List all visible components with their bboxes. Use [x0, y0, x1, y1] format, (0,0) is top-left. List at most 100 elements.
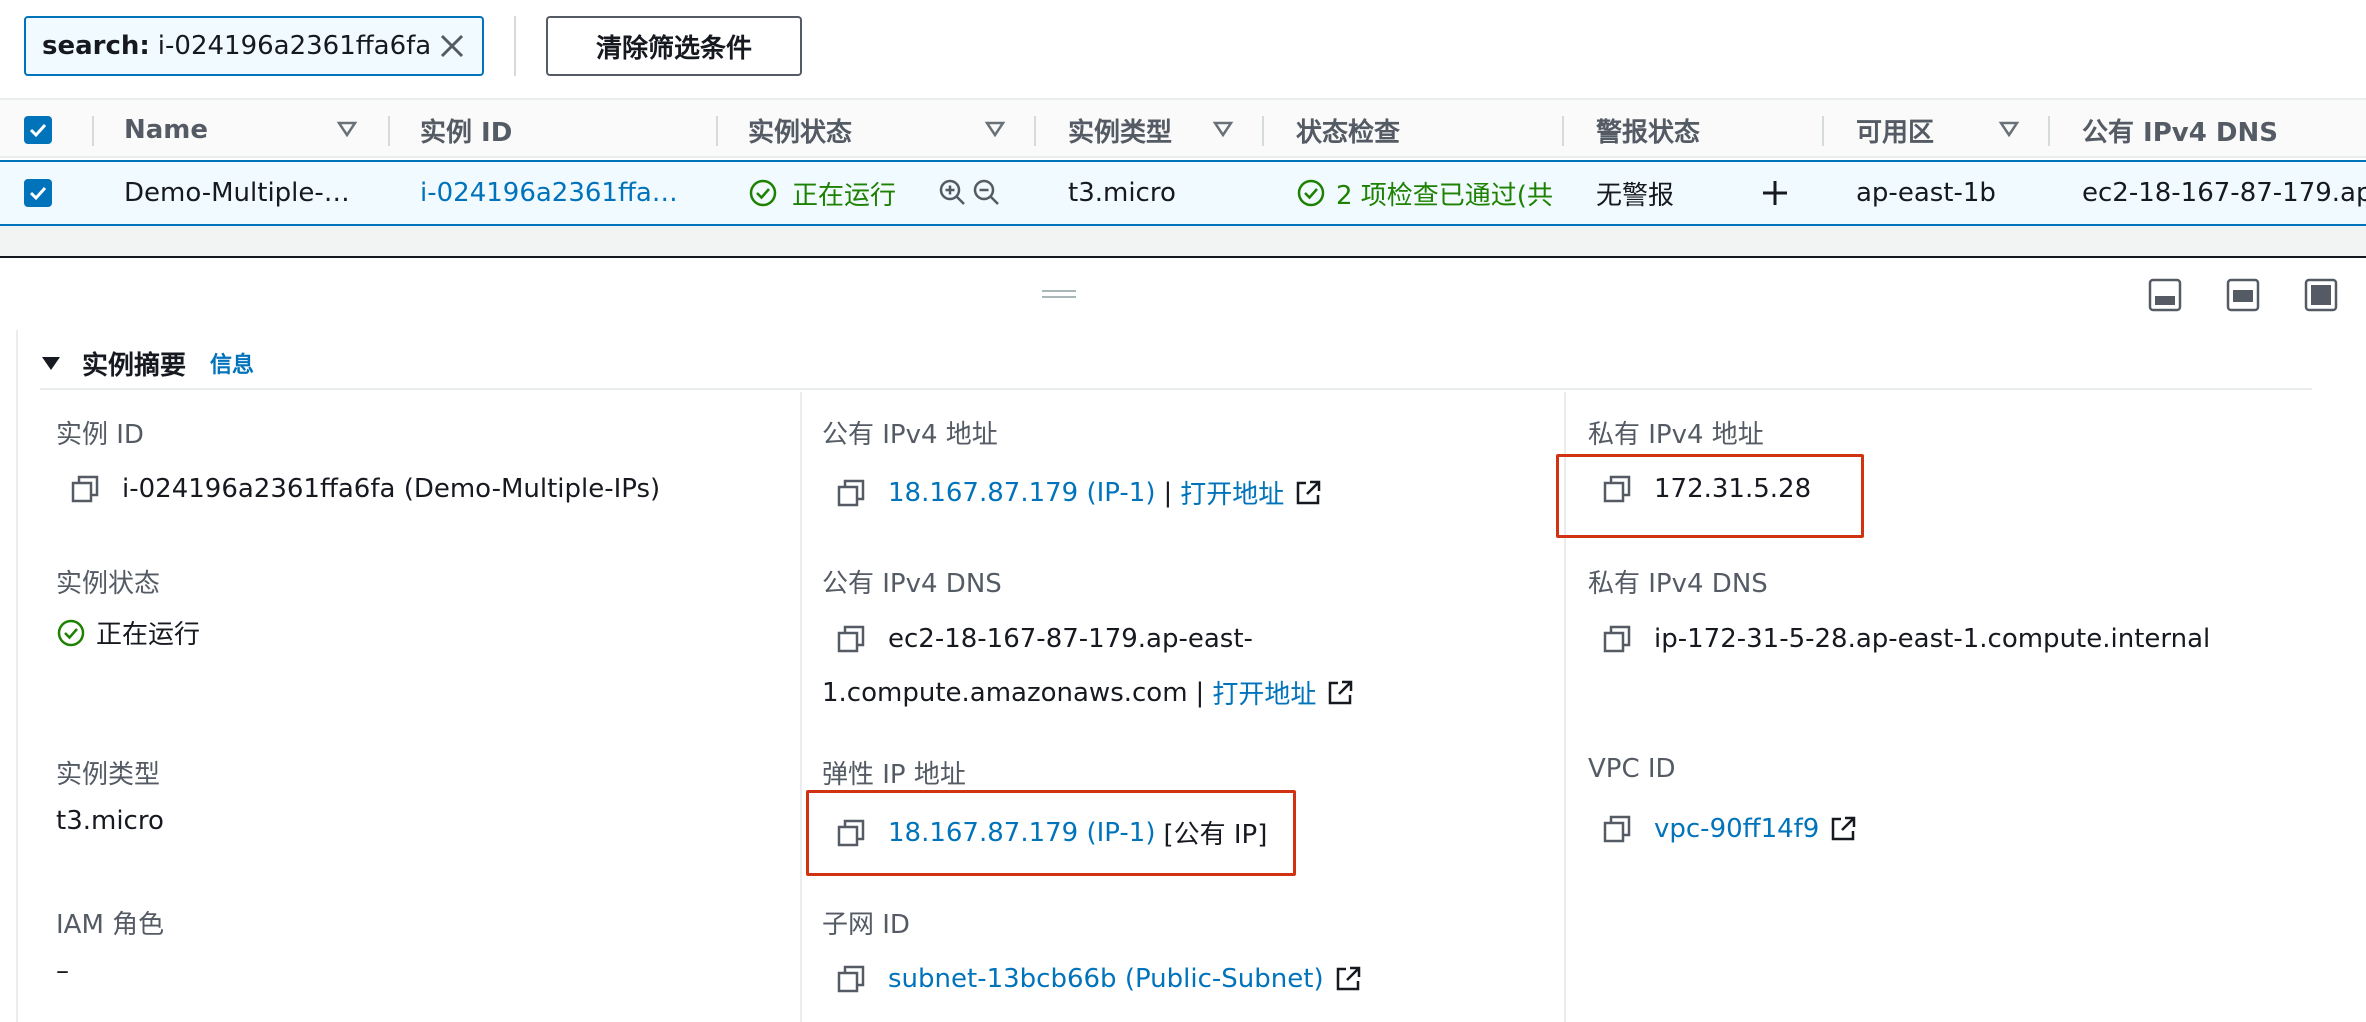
column-label: 实例类型 [1068, 117, 1173, 148]
sort-descending-icon[interactable] [336, 118, 358, 140]
select-all-checkbox[interactable] [24, 100, 52, 160]
cell-name: Demo-Multiple-… [124, 178, 350, 208]
panel-bottom-icon[interactable] [2148, 278, 2182, 312]
column-label: 实例 ID [420, 117, 513, 148]
instance-state-text: 正在运行 [96, 620, 201, 650]
copy-icon[interactable] [836, 478, 866, 508]
external-link-icon[interactable] [1294, 479, 1322, 507]
external-link-icon[interactable] [1829, 815, 1857, 843]
column-label: 状态检查 [1296, 117, 1401, 148]
search-filter-token[interactable]: search: i-024196a2361ffa6fa [24, 16, 484, 76]
public-dns-text-line1: ec2-18-167-87-179.ap-east- [888, 624, 1253, 654]
state-text: 正在运行 [792, 180, 897, 211]
summary-divider [40, 388, 2312, 390]
panel-full-icon[interactable] [2304, 278, 2338, 312]
public-dns-value-line1: ec2-18-167-87-179.ap-east- [836, 624, 1253, 654]
cell-availability-zone: ap-east-1b [1856, 178, 1996, 208]
close-icon[interactable] [434, 28, 470, 64]
copy-icon[interactable] [836, 624, 866, 654]
external-link-icon[interactable] [1334, 965, 1362, 993]
checkbox-checked-icon [24, 179, 52, 207]
open-address-link[interactable]: 打开地址 [1180, 474, 1284, 511]
column-header-availability-zone[interactable]: 可用区 [1856, 100, 1934, 160]
column-separator [716, 116, 718, 146]
column-header-instance-state[interactable]: 实例状态 [748, 100, 852, 160]
private-dns-value: ip-172-31-5-28.ap-east-1.compute.interna… [1602, 624, 2210, 654]
subnet-id-link[interactable]: subnet-13bcb66b (Public-Subnet) [888, 964, 1324, 994]
add-alarm-icon[interactable] [1760, 178, 1790, 208]
column-divider [800, 392, 802, 1022]
instance-state-label: 实例状态 [56, 569, 161, 599]
zoom-out-icon[interactable] [972, 178, 1002, 208]
sort-descending-icon[interactable] [984, 118, 1006, 140]
sort-descending-icon[interactable] [1212, 118, 1234, 140]
column-header-instance-id[interactable]: 实例 ID [420, 100, 512, 160]
separator: | [1195, 677, 1205, 708]
highlight-box-elastic-ip [806, 790, 1296, 876]
column-header-name[interactable]: Name [124, 100, 208, 160]
vpc-id-label: VPC ID [1588, 754, 1676, 784]
toolbar-divider [514, 16, 516, 76]
column-separator [1562, 116, 1564, 146]
clear-filters-button[interactable]: 清除筛选条件 [546, 16, 802, 76]
column-header-public-dns[interactable]: 公有 IPv4 DNS [2082, 100, 2278, 160]
instance-id-text: i-024196a2361ffa6fa (Demo-Multiple-IPs) [122, 474, 661, 504]
column-separator [1822, 116, 1824, 146]
cell-status-check[interactable]: 2 项检查已通过(共 [1296, 162, 1562, 224]
drag-handle-icon[interactable] [1042, 288, 1076, 300]
public-ipv4-label: 公有 IPv4 地址 [822, 420, 998, 450]
copy-icon[interactable] [70, 474, 100, 504]
public-dns-text-line2: 1.compute.amazonaws.com [822, 677, 1188, 708]
open-address-link[interactable]: 打开地址 [1212, 674, 1316, 711]
private-dns-text: ip-172-31-5-28.ap-east-1.compute.interna… [1654, 624, 2211, 654]
caret-down-icon[interactable] [40, 352, 62, 374]
check-circle-icon [749, 179, 777, 207]
instance-id-value: i-024196a2361ffa6fa (Demo-Multiple-IPs) [70, 474, 660, 504]
public-ipv4-link[interactable]: 18.167.87.179 (IP-1) [888, 478, 1155, 508]
elastic-ip-label: 弹性 IP 地址 [822, 760, 966, 790]
column-header-instance-type[interactable]: 实例类型 [1068, 100, 1172, 160]
status-check-text: 2 项检查已通过(共 [1336, 180, 1553, 211]
column-label: 公有 IPv4 DNS [2082, 117, 2278, 148]
public-dns-value-line2: 1.compute.amazonaws.com | 打开地址 [822, 674, 1354, 711]
subnet-id-value: subnet-13bcb66b (Public-Subnet) [836, 964, 1362, 994]
zoom-in-icon[interactable] [938, 178, 968, 208]
cell-alarm-status: 无警报 [1596, 180, 1675, 211]
instance-id-label: 实例 ID [56, 420, 144, 450]
instance-type-value: t3.micro [56, 806, 164, 836]
cell-instance-type: t3.micro [1068, 178, 1176, 208]
column-header-alarm-status[interactable]: 警报状态 [1596, 100, 1700, 160]
copy-icon[interactable] [1602, 814, 1632, 844]
highlight-box-private-ip [1556, 454, 1864, 538]
iam-role-label: IAM 角色 [56, 910, 165, 940]
column-label: 实例状态 [748, 117, 853, 148]
row-checkbox[interactable] [24, 162, 52, 224]
table-row[interactable]: Demo-Multiple-… i-024196a2361ffa… 正在运行 t… [0, 160, 2366, 226]
public-dns-label: 公有 IPv4 DNS [822, 569, 1002, 599]
column-header-status-check[interactable]: 状态检查 [1296, 100, 1400, 160]
check-circle-icon [57, 619, 85, 646]
instance-summary-header[interactable]: 实例摘要 信息 [40, 338, 254, 388]
table-footer-gap [0, 226, 2366, 256]
column-label: 警报状态 [1596, 117, 1701, 148]
iam-role-value: – [56, 956, 69, 986]
copy-icon[interactable] [836, 964, 866, 994]
public-ipv4-value: 18.167.87.179 (IP-1) | 打开地址 [836, 474, 1322, 511]
subnet-id-label: 子网 ID [822, 910, 910, 940]
checkbox-checked-icon [24, 116, 52, 144]
private-ipv4-label: 私有 IPv4 地址 [1588, 420, 1764, 450]
cell-instance-id-link[interactable]: i-024196a2361ffa… [420, 162, 678, 224]
separator: | [1163, 477, 1173, 508]
panel-side-icon[interactable] [2226, 278, 2260, 312]
column-separator [2048, 116, 2050, 146]
copy-icon[interactable] [1602, 624, 1632, 654]
split-panel-toolbar [0, 258, 2366, 330]
column-label: 可用区 [1856, 117, 1935, 148]
vpc-id-link[interactable]: vpc-90ff14f9 [1654, 814, 1819, 844]
external-link-icon[interactable] [1326, 679, 1354, 707]
instance-type-label: 实例类型 [56, 760, 161, 790]
sort-descending-icon[interactable] [1998, 118, 2020, 140]
info-link[interactable]: 信息 [210, 347, 254, 379]
column-separator [1262, 116, 1264, 146]
search-key: search: [42, 31, 150, 61]
